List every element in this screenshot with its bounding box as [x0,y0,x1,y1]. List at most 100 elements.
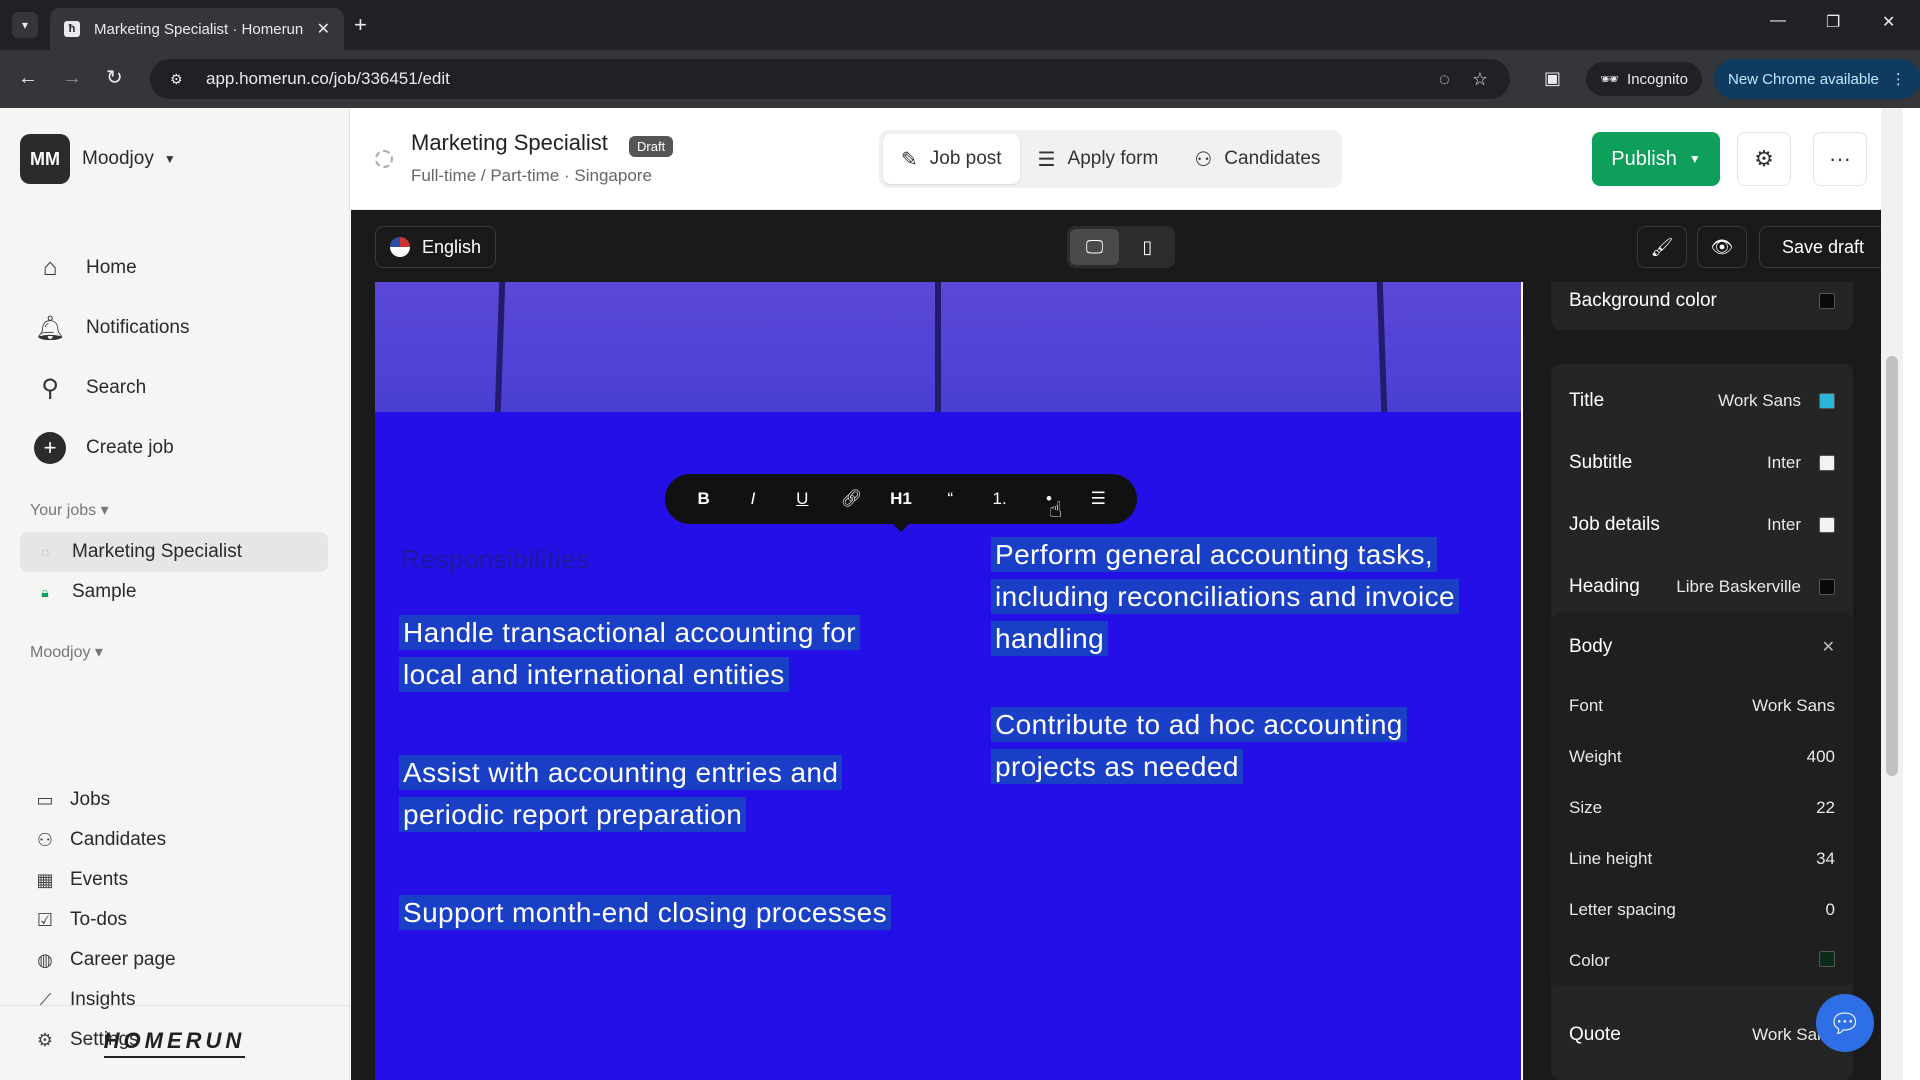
color-swatch[interactable] [1819,455,1835,471]
save-draft-button[interactable]: Save draft [1759,226,1887,268]
chat-icon: 💬︎ [1828,1007,1862,1038]
new-chrome-label: New Chrome available [1728,70,1879,88]
font-row-heading[interactable]: Heading Libre Baskerville [1569,576,1835,598]
body-line-height-row[interactable]: Line height 34 [1569,849,1835,869]
window-close-icon[interactable]: ✕ [1882,12,1895,32]
publish-button[interactable]: Publish ▼ [1592,132,1720,186]
mobile-view-icon[interactable]: ▯ [1123,229,1172,265]
nav-todos[interactable]: ☑ To-dos [32,900,176,940]
tab-candidates[interactable]: ⚇ Candidates [1176,134,1338,184]
h1-button[interactable]: H1 [881,489,921,509]
bookmark-star-icon[interactable]: ☆ [1472,69,1488,90]
body-color-row[interactable]: Color [1569,951,1835,971]
italic-button[interactable]: I [733,489,773,509]
close-icon[interactable]: ✕ [1822,637,1835,657]
homerun-logo[interactable]: HOMERUN [103,1028,246,1058]
nav-home[interactable]: ⌂ Home [32,238,190,298]
minimize-icon[interactable]: — [1770,12,1786,30]
tab-apply-form[interactable]: ☰ Apply form [1020,134,1177,184]
forward-icon[interactable]: → [62,66,82,90]
ordered-list-button[interactable]: 1. [980,489,1020,509]
list-item[interactable]: Support month-end closing processes [399,892,899,934]
body-label: Body [1569,636,1613,657]
back-icon[interactable]: ← [18,66,38,90]
language-label: English [422,236,482,257]
body-font-row[interactable]: Font Work Sans [1569,696,1835,716]
font-row-value: Inter [1766,453,1801,472]
underline-button[interactable]: U [782,489,822,509]
font-row-subtitle[interactable]: Subtitle Inter [1569,452,1835,474]
color-swatch[interactable] [1819,517,1835,533]
job-item-sample[interactable]: 🔒︎ Sample [20,572,328,612]
site-settings-icon[interactable]: ⚙ [170,71,188,88]
link-icon[interactable]: 🔗︎ [832,489,872,509]
background-color-swatch[interactable] [1819,293,1835,309]
list-item[interactable]: Assist with accounting entries and perio… [399,752,899,836]
reload-icon[interactable]: ↻ [106,66,123,90]
quote-button[interactable]: “ [930,489,970,509]
caret-down-icon: ▼ [163,152,176,166]
nav-notifications-label: Notifications [86,317,190,338]
body-letter-spacing-row[interactable]: Letter spacing 0 [1569,900,1835,920]
workspace-switcher[interactable]: MM Moodjoy ▼ [20,134,176,184]
restore-icon[interactable]: ❐ [1826,12,1840,32]
tab-job-post[interactable]: ✎ Job post [883,134,1020,184]
browser-tab-bar: ▾ ħ Marketing Specialist · Homerun ✕ + —… [0,0,1920,50]
font-row-title[interactable]: Title Work Sans [1569,390,1835,412]
your-jobs-heading[interactable]: Your jobs ▾ [30,500,109,520]
brush-button[interactable]: 🖌︎ [1637,226,1687,268]
kebab-menu-icon[interactable]: ⋮ [1891,70,1906,88]
preview-button[interactable]: 👁︎ [1697,226,1747,268]
list-item-text: Assist with accounting entries and perio… [399,755,843,832]
color-swatch[interactable] [1819,951,1835,967]
new-tab-icon[interactable]: + [354,12,367,38]
new-chrome-button[interactable]: New Chrome available ⋮ [1714,59,1920,99]
nav-create-job[interactable]: + Create job [32,418,190,478]
header-image[interactable] [375,282,1521,412]
side-panel-icon[interactable]: ▣ [1544,68,1561,89]
incognito-badge[interactable]: 🕶 Incognito [1586,62,1702,96]
nav-candidates[interactable]: ⚇ Candidates [32,820,176,860]
body-size-row[interactable]: Size 22 [1569,798,1835,818]
bold-button[interactable]: B [684,489,724,509]
color-swatch[interactable] [1819,579,1835,595]
more-button[interactable]: ··· [1813,132,1867,186]
page-title: Marketing Specialist [411,130,608,155]
nav-career-page[interactable]: ◍ Career page [32,940,175,980]
settings-button[interactable]: ⚙ [1737,132,1791,186]
chat-support-button[interactable]: 💬︎ [1816,994,1874,1052]
font-row-job-details[interactable]: Job details Inter [1569,514,1835,536]
language-selector[interactable]: English [375,226,497,268]
font-row-quote[interactable]: Quote Work Sans [1569,1024,1835,1046]
section-heading[interactable]: Responsibilities [401,544,590,575]
nav-search[interactable]: ⚲ Search [32,358,190,418]
close-tab-icon[interactable]: ✕ [317,19,330,39]
font-row-label: Subtitle [1569,452,1633,473]
job-item-marketing-specialist[interactable]: ◌ Marketing Specialist [20,532,328,572]
browser-tab[interactable]: ħ Marketing Specialist · Homerun ✕ [50,8,344,50]
eye-off-icon[interactable]: ◌ [1439,69,1450,90]
people-icon: ⚇ [36,829,54,850]
color-swatch[interactable] [1819,393,1835,409]
incognito-icon: 🕶 [1600,71,1620,88]
body-weight-row[interactable]: Weight 400 [1569,747,1835,767]
font-row-value: Libre Baskerville [1676,577,1801,596]
list-item-text: Handle transactional accounting for loca… [399,615,860,692]
scrollbar-thumb[interactable] [1886,356,1898,776]
search-icon: ⚲ [41,374,59,402]
desktop-view-icon[interactable]: 🖵 [1070,229,1119,265]
org-heading[interactable]: Moodjoy ▾ [30,642,103,662]
setting-label: Letter spacing [1569,900,1676,919]
tab-list-button[interactable]: ▾ [12,12,38,38]
setting-value: Work Sans [1752,696,1835,715]
address-bar[interactable]: ⚙ app.homerun.co/job/336451/edit ◌ ☆ [150,59,1510,99]
nav-notifications[interactable]: 🔔︎ Notifications [32,298,190,358]
list-item[interactable]: Handle transactional accounting for loca… [399,612,899,696]
background-color-card[interactable]: Background color [1551,282,1853,330]
publish-label: Publish [1611,147,1677,170]
nav-events[interactable]: ▦ Events [32,860,176,900]
list-item[interactable]: Contribute to ad hoc accounting projects… [991,704,1511,788]
nav-jobs[interactable]: ▭ Jobs [32,780,176,820]
list-item[interactable]: Perform general accounting tasks, includ… [991,534,1511,660]
align-center-icon[interactable]: ☰ [1078,489,1118,509]
